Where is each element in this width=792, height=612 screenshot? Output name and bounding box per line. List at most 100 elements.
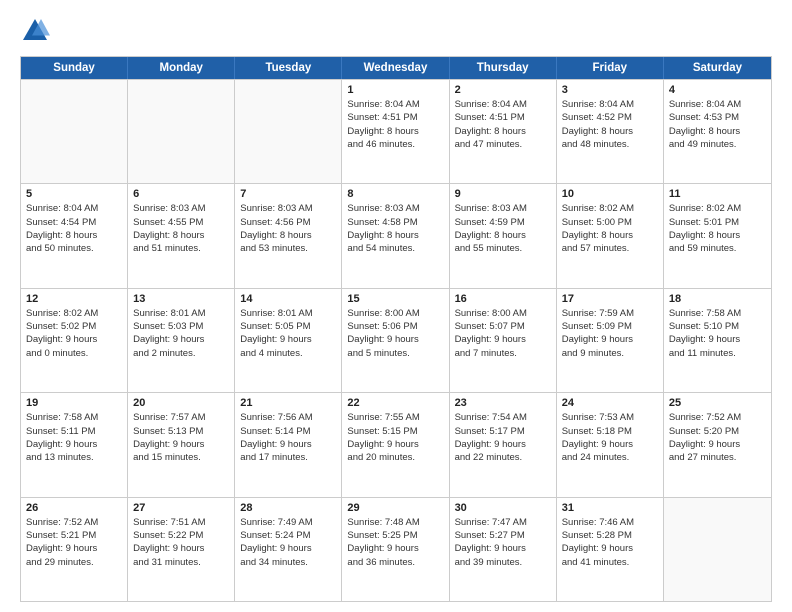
page: SundayMondayTuesdayWednesdayThursdayFrid… [0,0,792,612]
calendar-cell-r4-c3: 29 Sunrise: 7:48 AM Sunset: 5:25 PM Dayli… [342,498,449,601]
weekday-header-friday: Friday [557,57,664,79]
calendar-cell-r1-c6: 11 Sunrise: 8:02 AM Sunset: 5:01 PM Dayli… [664,184,771,287]
day-number: 7 [240,188,336,200]
day-number: 16 [455,293,551,305]
calendar-cell-r0-c3: 1Sunrise: 8:04 AM Sunset: 4:51 PM Daylig… [342,80,449,183]
day-number: 3 [562,84,658,96]
day-number: 11 [669,188,766,200]
day-number: 6 [133,188,229,200]
day-number: 5 [26,188,122,200]
day-info: Sunrise: 8:03 AM Sunset: 4:59 PM Dayligh… [455,202,551,255]
weekday-header-saturday: Saturday [664,57,771,79]
day-info: Sunrise: 8:04 AM Sunset: 4:54 PM Dayligh… [26,202,122,255]
day-info: Sunrise: 8:01 AM Sunset: 5:03 PM Dayligh… [133,307,229,360]
day-info: Sunrise: 8:03 AM Sunset: 4:55 PM Dayligh… [133,202,229,255]
calendar-cell-r4-c2: 28Sunrise: 7:49 AM Sunset: 5:24 PM Dayli… [235,498,342,601]
day-info: Sunrise: 7:46 AM Sunset: 5:28 PM Dayligh… [562,516,658,569]
day-number: 29 [347,502,443,514]
day-number: 18 [669,293,766,305]
calendar-cell-r3-c0: 19 Sunrise: 7:58 AM Sunset: 5:11 PM Dayli… [21,393,128,496]
calendar-cell-r1-c2: 7 Sunrise: 8:03 AM Sunset: 4:56 PM Daylig… [235,184,342,287]
day-info: Sunrise: 7:58 AM Sunset: 5:11 PM Dayligh… [26,411,122,464]
day-info: Sunrise: 8:04 AM Sunset: 4:51 PM Dayligh… [455,98,551,151]
calendar-cell-r3-c5: 24 Sunrise: 7:53 AM Sunset: 5:18 PM Dayli… [557,393,664,496]
calendar-cell-r4-c6 [664,498,771,601]
calendar-cell-r1-c4: 9 Sunrise: 8:03 AM Sunset: 4:59 PM Daylig… [450,184,557,287]
day-number: 13 [133,293,229,305]
day-info: Sunrise: 7:54 AM Sunset: 5:17 PM Dayligh… [455,411,551,464]
calendar-row-1: 1 Sunrise: 8:04 AM Sunset: 4:51 PM Daylig… [21,79,771,183]
calendar-cell-r2-c6: 18 Sunrise: 7:58 AM Sunset: 5:10 PM Dayli… [664,289,771,392]
day-info: Sunrise: 7:48 AM Sunset: 5:25 PM Dayligh… [347,516,443,569]
day-info: Sunrise: 8:02 AM Sunset: 5:00 PM Dayligh… [562,202,658,255]
day-number: 4 [669,84,766,96]
calendar-cell-r4-c0: 26Sunrise: 7:52 AM Sunset: 5:21 PM Dayli… [21,498,128,601]
day-info: Sunrise: 8:03 AM Sunset: 4:56 PM Dayligh… [240,202,336,255]
day-number: 20 [133,397,229,409]
header [20,16,772,46]
weekday-header-monday: Monday [128,57,235,79]
calendar-cell-r0-c2 [235,80,342,183]
calendar-cell-r1-c5: 10 Sunrise: 8:02 AM Sunset: 5:00 PM Dayli… [557,184,664,287]
day-number: 12 [26,293,122,305]
day-info: Sunrise: 8:02 AM Sunset: 5:01 PM Dayligh… [669,202,766,255]
calendar-cell-r2-c3: 15 Sunrise: 8:00 AM Sunset: 5:06 PM Dayli… [342,289,449,392]
day-number: 30 [455,502,551,514]
day-number: 21 [240,397,336,409]
calendar-cell-r3-c4: 23Sunrise: 7:54 AM Sunset: 5:17 PM Dayli… [450,393,557,496]
calendar-header: SundayMondayTuesdayWednesdayThursdayFrid… [21,57,771,79]
day-number: 28 [240,502,336,514]
logo [20,16,54,46]
weekday-header-sunday: Sunday [21,57,128,79]
calendar-cell-r0-c4: 2 Sunrise: 8:04 AM Sunset: 4:51 PM Daylig… [450,80,557,183]
calendar-cell-r0-c6: 4 Sunrise: 8:04 AM Sunset: 4:53 PM Daylig… [664,80,771,183]
day-number: 22 [347,397,443,409]
day-number: 17 [562,293,658,305]
day-info: Sunrise: 8:04 AM Sunset: 4:53 PM Dayligh… [669,98,766,151]
day-info: Sunrise: 7:57 AM Sunset: 5:13 PM Dayligh… [133,411,229,464]
day-number: 2 [455,84,551,96]
day-number: 10 [562,188,658,200]
day-number: 24 [562,397,658,409]
calendar-row-4: 19 Sunrise: 7:58 AM Sunset: 5:11 PM Dayli… [21,392,771,496]
day-info: Sunrise: 8:03 AM Sunset: 4:58 PM Dayligh… [347,202,443,255]
day-info: Sunrise: 7:47 AM Sunset: 5:27 PM Dayligh… [455,516,551,569]
calendar-cell-r2-c1: 13 Sunrise: 8:01 AM Sunset: 5:03 PM Dayli… [128,289,235,392]
calendar: SundayMondayTuesdayWednesdayThursdayFrid… [20,56,772,602]
calendar-cell-r3-c1: 20 Sunrise: 7:57 AM Sunset: 5:13 PM Dayli… [128,393,235,496]
day-info: Sunrise: 8:04 AM Sunset: 4:52 PM Dayligh… [562,98,658,151]
calendar-cell-r2-c5: 17Sunrise: 7:59 AM Sunset: 5:09 PM Dayli… [557,289,664,392]
day-number: 1 [347,84,443,96]
calendar-cell-r0-c0 [21,80,128,183]
calendar-row-5: 26Sunrise: 7:52 AM Sunset: 5:21 PM Dayli… [21,497,771,601]
calendar-cell-r4-c4: 30 Sunrise: 7:47 AM Sunset: 5:27 PM Dayli… [450,498,557,601]
day-info: Sunrise: 7:51 AM Sunset: 5:22 PM Dayligh… [133,516,229,569]
day-info: Sunrise: 7:56 AM Sunset: 5:14 PM Dayligh… [240,411,336,464]
calendar-cell-r2-c0: 12 Sunrise: 8:02 AM Sunset: 5:02 PM Dayli… [21,289,128,392]
day-info: Sunrise: 8:01 AM Sunset: 5:05 PM Dayligh… [240,307,336,360]
day-number: 25 [669,397,766,409]
day-number: 19 [26,397,122,409]
calendar-cell-r1-c0: 5 Sunrise: 8:04 AM Sunset: 4:54 PM Daylig… [21,184,128,287]
day-info: Sunrise: 8:02 AM Sunset: 5:02 PM Dayligh… [26,307,122,360]
calendar-cell-r3-c3: 22Sunrise: 7:55 AM Sunset: 5:15 PM Dayli… [342,393,449,496]
day-info: Sunrise: 7:58 AM Sunset: 5:10 PM Dayligh… [669,307,766,360]
day-number: 14 [240,293,336,305]
day-number: 15 [347,293,443,305]
day-info: Sunrise: 7:52 AM Sunset: 5:21 PM Dayligh… [26,516,122,569]
calendar-row-2: 5 Sunrise: 8:04 AM Sunset: 4:54 PM Daylig… [21,183,771,287]
day-info: Sunrise: 8:00 AM Sunset: 5:07 PM Dayligh… [455,307,551,360]
day-info: Sunrise: 8:00 AM Sunset: 5:06 PM Dayligh… [347,307,443,360]
calendar-cell-r0-c1 [128,80,235,183]
calendar-cell-r1-c1: 6 Sunrise: 8:03 AM Sunset: 4:55 PM Daylig… [128,184,235,287]
weekday-header-wednesday: Wednesday [342,57,449,79]
calendar-cell-r2-c2: 14 Sunrise: 8:01 AM Sunset: 5:05 PM Dayli… [235,289,342,392]
calendar-cell-r4-c5: 31Sunrise: 7:46 AM Sunset: 5:28 PM Dayli… [557,498,664,601]
calendar-body: 1 Sunrise: 8:04 AM Sunset: 4:51 PM Daylig… [21,79,771,601]
day-number: 8 [347,188,443,200]
calendar-cell-r2-c4: 16 Sunrise: 8:00 AM Sunset: 5:07 PM Dayli… [450,289,557,392]
day-info: Sunrise: 7:53 AM Sunset: 5:18 PM Dayligh… [562,411,658,464]
day-number: 9 [455,188,551,200]
calendar-cell-r4-c1: 27 Sunrise: 7:51 AM Sunset: 5:22 PM Dayli… [128,498,235,601]
day-number: 27 [133,502,229,514]
